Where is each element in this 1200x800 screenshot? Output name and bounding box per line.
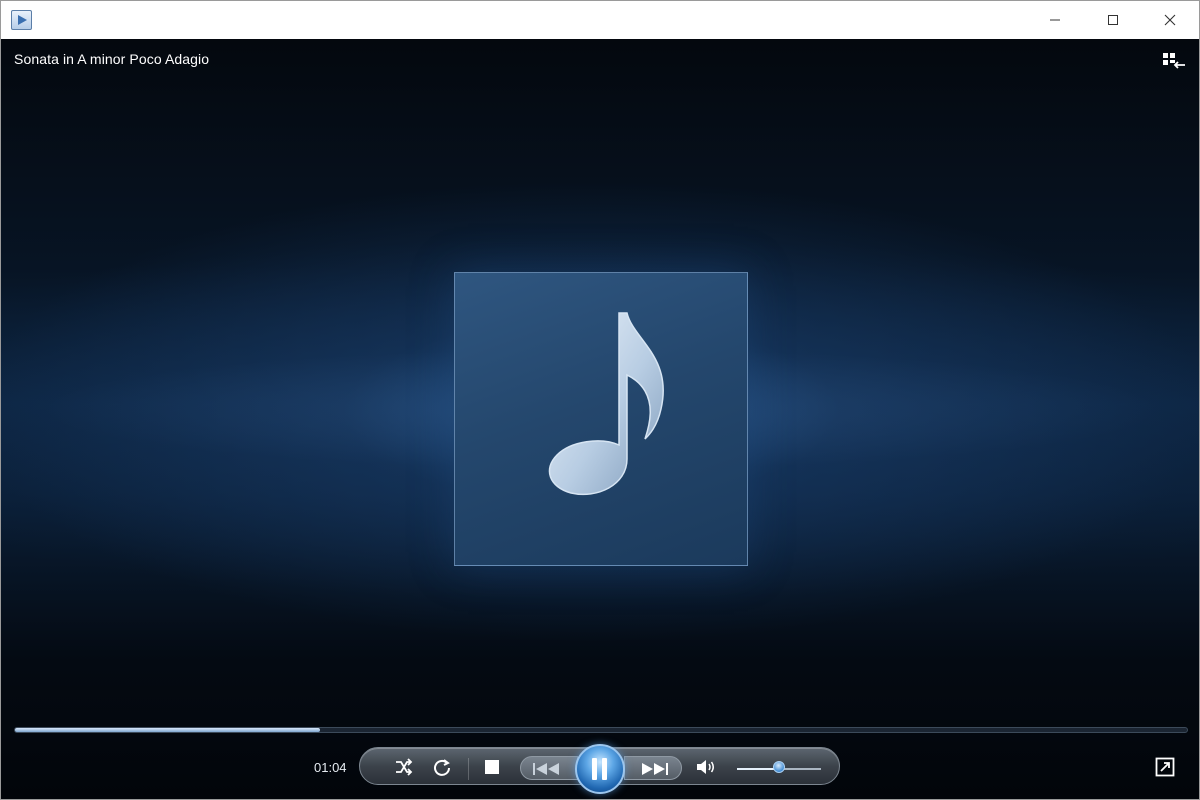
seek-bar[interactable] xyxy=(14,727,1188,733)
mute-button[interactable] xyxy=(694,757,718,777)
fullscreen-icon xyxy=(1155,757,1175,777)
close-button[interactable] xyxy=(1141,1,1199,39)
media-player-icon[interactable] xyxy=(11,10,32,30)
maximize-icon xyxy=(1108,15,1118,25)
repeat-icon xyxy=(434,759,450,776)
next-button[interactable] xyxy=(624,756,682,780)
previous-icon xyxy=(533,763,559,775)
seek-progress xyxy=(15,728,320,732)
pause-button[interactable] xyxy=(575,744,625,794)
maximize-button[interactable] xyxy=(1084,1,1142,39)
volume-icon xyxy=(697,760,714,774)
previous-button[interactable] xyxy=(520,756,578,780)
now-playing-title: Sonata in A minor Poco Adagio xyxy=(14,51,210,67)
close-icon xyxy=(1164,14,1176,26)
stop-icon xyxy=(485,760,499,774)
now-playing-area: Sonata in A minor Poco Adagio 01:04 xyxy=(1,39,1199,799)
shuffle-icon xyxy=(396,758,413,776)
album-art xyxy=(454,272,748,566)
switch-to-library-button[interactable] xyxy=(1161,49,1187,73)
switch-to-library-icon xyxy=(1163,53,1185,69)
elapsed-time: 01:04 xyxy=(314,760,347,775)
minimize-button[interactable] xyxy=(1026,1,1084,39)
next-icon xyxy=(642,763,668,775)
stop-button[interactable] xyxy=(482,757,502,777)
volume-slider-thumb[interactable] xyxy=(773,761,785,773)
title-bar xyxy=(1,1,1199,39)
minimize-icon xyxy=(1050,19,1060,21)
shuffle-button[interactable] xyxy=(392,757,416,777)
fullscreen-button[interactable] xyxy=(1155,757,1175,777)
media-player-window: Sonata in A minor Poco Adagio 01:04 xyxy=(0,0,1200,800)
repeat-button[interactable] xyxy=(430,756,454,778)
playback-controls xyxy=(359,744,840,794)
pause-icon xyxy=(592,758,607,780)
divider xyxy=(468,758,469,780)
music-note-icon xyxy=(548,312,664,496)
